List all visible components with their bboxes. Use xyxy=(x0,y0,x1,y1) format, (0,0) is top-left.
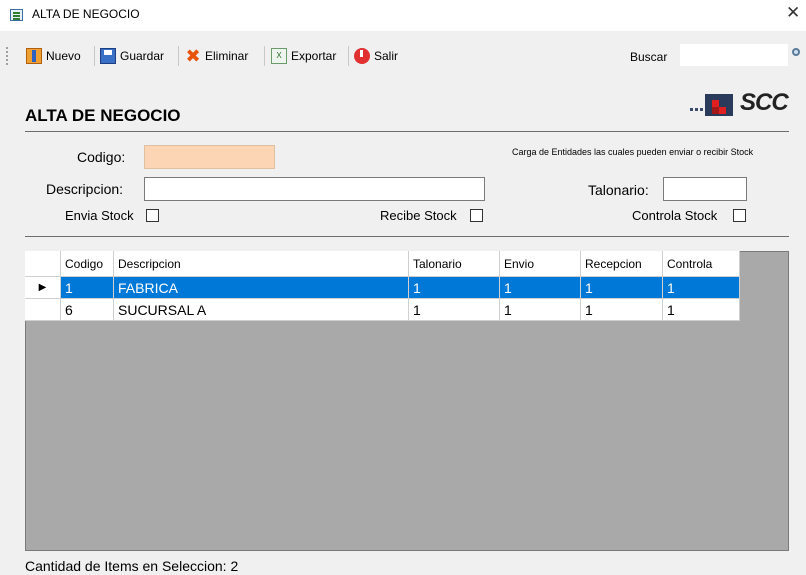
column-header[interactable]: Controla xyxy=(662,251,740,277)
codigo-label: Codigo: xyxy=(77,149,126,165)
save-icon xyxy=(100,48,116,64)
form-icon xyxy=(10,9,23,21)
nuevo-button[interactable]: Nuevo xyxy=(26,46,81,66)
row-selector-icon[interactable]: ▶ xyxy=(25,276,61,299)
data-table: Codigo Descripcion Talonario Envio Recep… xyxy=(25,251,740,321)
info-note: Carga de Entidades las cuales pueden env… xyxy=(512,147,754,157)
exportar-label: Exportar xyxy=(291,49,337,63)
codigo-field[interactable] xyxy=(144,145,275,169)
divider xyxy=(25,236,789,237)
logo-text: SCC xyxy=(740,89,789,116)
controla-stock-label: Controla Stock xyxy=(632,208,718,223)
new-icon xyxy=(26,48,42,64)
row-selector[interactable] xyxy=(25,298,61,321)
salir-label: Salir xyxy=(374,49,399,63)
close-icon[interactable]: ✕ xyxy=(786,3,800,23)
search-input[interactable] xyxy=(680,44,788,66)
table-cell[interactable]: 1 xyxy=(580,276,663,299)
toolbar-separator xyxy=(178,46,179,66)
nuevo-label: Nuevo xyxy=(46,49,81,63)
page-title: ALTA DE NEGOCIO xyxy=(25,106,181,125)
column-header[interactable]: Talonario xyxy=(408,251,500,277)
toolbar-separator xyxy=(94,46,95,66)
recibe-stock-label: Recibe Stock xyxy=(380,208,457,223)
talonario-field[interactable] xyxy=(663,177,747,201)
table-cell[interactable]: 1 xyxy=(499,276,581,299)
table-cell[interactable]: 1 xyxy=(580,298,663,321)
controla-stock-checkbox[interactable] xyxy=(733,209,746,222)
table-cell[interactable]: 1 xyxy=(662,276,740,299)
table-cell[interactable]: 1 xyxy=(662,298,740,321)
envia-stock-label: Envia Stock xyxy=(65,208,134,223)
envia-stock-checkbox[interactable] xyxy=(146,209,159,222)
column-header[interactable]: Codigo xyxy=(60,251,114,277)
column-header[interactable]: Descripcion xyxy=(113,251,409,277)
table-cell[interactable]: 1 xyxy=(499,298,581,321)
table-row[interactable]: 6 SUCURSAL A 1 1 1 1 xyxy=(25,298,740,321)
exportar-button[interactable]: X Exportar xyxy=(271,46,336,66)
table-cell[interactable]: SUCURSAL A xyxy=(113,298,409,321)
table-row[interactable]: ▶ 1 FABRICA 1 1 1 1 xyxy=(25,276,740,299)
power-icon xyxy=(354,48,370,64)
talonario-label: Talonario: xyxy=(588,182,649,198)
toolbar-separator xyxy=(348,46,349,66)
column-header[interactable]: Recepcion xyxy=(580,251,663,277)
descripcion-field[interactable] xyxy=(144,177,485,201)
delete-icon: ✖ xyxy=(185,46,201,66)
window-title: ALTA DE NEGOCIO xyxy=(32,7,140,21)
row-header-corner xyxy=(25,251,61,277)
table-header-row: Codigo Descripcion Talonario Envio Recep… xyxy=(25,251,740,277)
divider xyxy=(25,131,789,132)
salir-button[interactable]: Salir xyxy=(354,46,398,66)
toolbar-grip[interactable] xyxy=(6,47,10,65)
guardar-label: Guardar xyxy=(120,49,165,63)
table-cell[interactable]: 6 xyxy=(60,298,114,321)
eliminar-button[interactable]: ✖ Eliminar xyxy=(185,46,248,66)
table-cell[interactable]: 1 xyxy=(408,276,500,299)
guardar-button[interactable]: Guardar xyxy=(100,46,164,66)
table-cell[interactable]: 1 xyxy=(60,276,114,299)
table-cell[interactable]: FABRICA xyxy=(113,276,409,299)
recibe-stock-checkbox[interactable] xyxy=(470,209,483,222)
table-cell[interactable]: 1 xyxy=(408,298,500,321)
search-icon[interactable] xyxy=(792,48,800,56)
descripcion-label: Descripcion: xyxy=(46,181,124,197)
column-header[interactable]: Envio xyxy=(499,251,581,277)
toolbar-separator xyxy=(264,46,265,66)
excel-icon: X xyxy=(271,48,287,64)
status-text: Cantidad de Items en Seleccion: 2 xyxy=(25,558,239,574)
buscar-label: Buscar xyxy=(630,50,668,64)
eliminar-label: Eliminar xyxy=(205,49,249,63)
